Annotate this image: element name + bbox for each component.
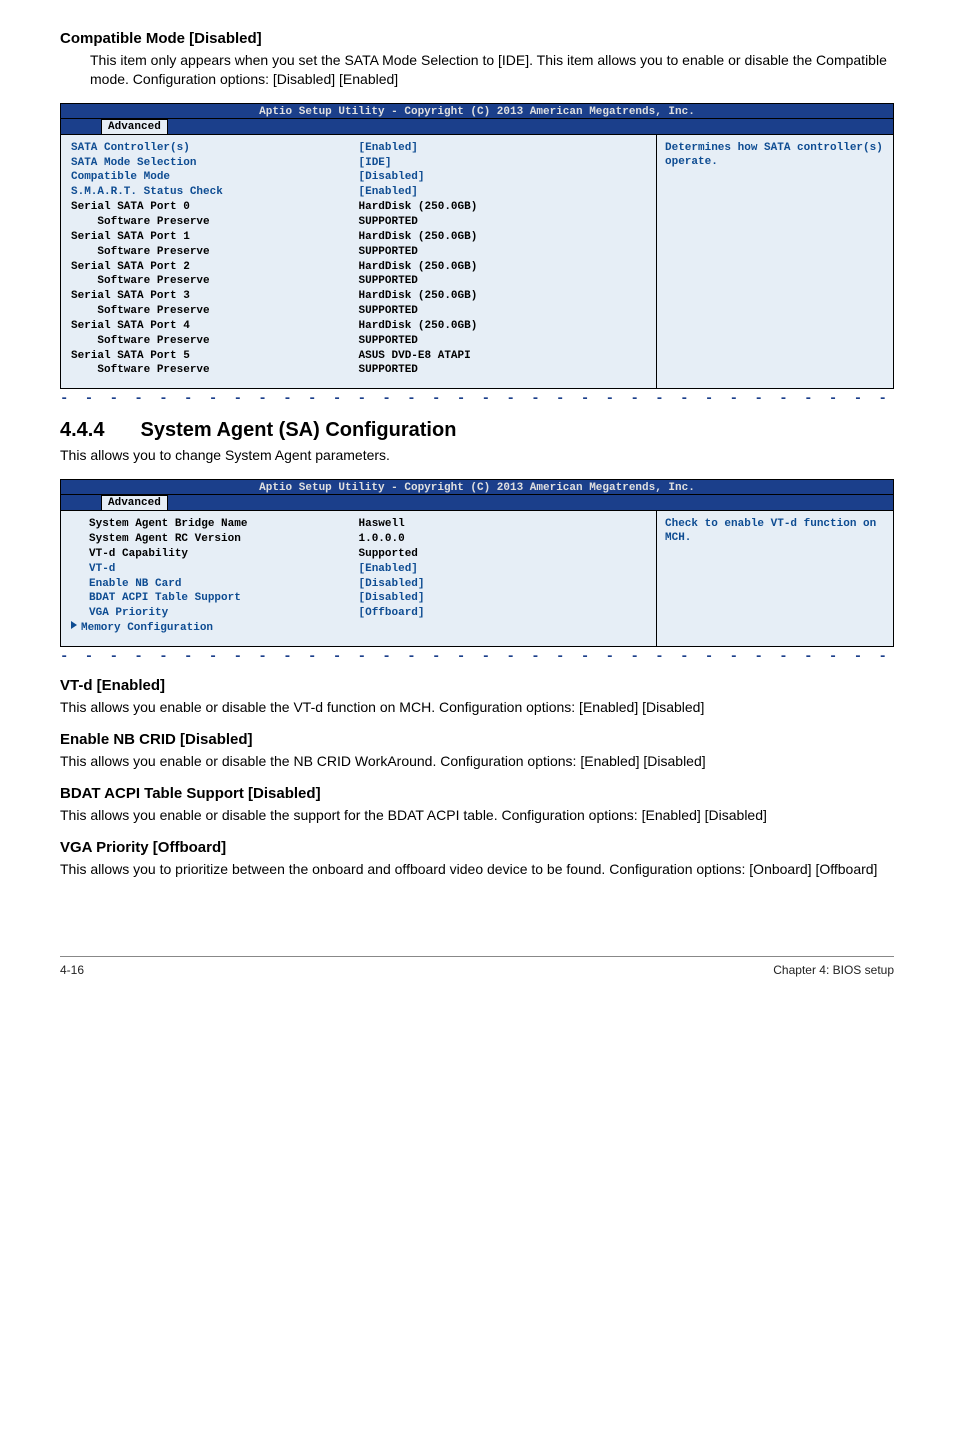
bios-row-value: SUPPORTED xyxy=(359,363,647,378)
section-number: 4.4.4 xyxy=(60,419,104,442)
bios-row-label: Serial SATA Port 5 xyxy=(71,349,359,364)
bios-row-value: [Offboard] xyxy=(359,606,647,621)
option-body: This allows you enable or disable the su… xyxy=(60,806,894,825)
bios-row-value: [Enabled] xyxy=(359,562,647,577)
bios2-help: Check to enable VT-d function on MCH. xyxy=(656,511,893,646)
footer-left: 4-16 xyxy=(60,963,84,977)
option-body: This allows you to prioritize between th… xyxy=(60,860,894,879)
bios-row-label: System Agent RC Version xyxy=(71,532,359,547)
compatible-mode-body: This item only appears when you set the … xyxy=(90,51,894,89)
bios-row-label: Software Preserve xyxy=(71,274,359,289)
bios-row-label: Serial SATA Port 3 xyxy=(71,289,359,304)
bios-row-value: SUPPORTED xyxy=(359,215,647,230)
bios-row-value: SUPPORTED xyxy=(359,304,647,319)
bios-row-value: SUPPORTED xyxy=(359,274,647,289)
bios-row-value: SUPPORTED xyxy=(359,334,647,349)
bios-row-label: SATA Controller(s) xyxy=(71,141,359,156)
bios-row-label: Enable NB Card xyxy=(71,577,359,592)
bios1-title: Aptio Setup Utility - Copyright (C) 2013… xyxy=(61,104,893,119)
bios-row-value: HardDisk (250.0GB) xyxy=(359,289,647,304)
bios1-tabrow: Advanced xyxy=(61,119,893,134)
bios-row-label: Memory Configuration xyxy=(71,621,359,636)
bios-screenshot-sata: Aptio Setup Utility - Copyright (C) 2013… xyxy=(60,103,894,390)
bios1-table: SATA Controller(s)[Enabled]SATA Mode Sel… xyxy=(71,141,646,379)
bios-row-value: HardDisk (250.0GB) xyxy=(359,319,647,334)
bios-row-value: SUPPORTED xyxy=(359,245,647,260)
bios-row-label: BDAT ACPI Table Support xyxy=(71,591,359,606)
bios-row-label: Serial SATA Port 2 xyxy=(71,260,359,275)
bios-row-value: [Disabled] xyxy=(359,591,647,606)
bios-row-label: Serial SATA Port 0 xyxy=(71,200,359,215)
submenu-triangle-icon xyxy=(71,621,77,629)
bios-row-value: 1.0.0.0 xyxy=(359,532,647,547)
bios-row-value: [Enabled] xyxy=(359,141,647,156)
bios-row-value: ASUS DVD-E8 ATAPI xyxy=(359,349,647,364)
footer-right: Chapter 4: BIOS setup xyxy=(773,963,894,977)
bios2-table: System Agent Bridge NameHaswellSystem Ag… xyxy=(71,517,646,636)
bios2-title: Aptio Setup Utility - Copyright (C) 2013… xyxy=(61,480,893,495)
bios-row-value: HardDisk (250.0GB) xyxy=(359,200,647,215)
option-body: This allows you enable or disable the VT… xyxy=(60,698,894,717)
separator-dashes: - - - - - - - - - - - - - - - - - - - - … xyxy=(60,391,894,405)
bios-row-label: Serial SATA Port 4 xyxy=(71,319,359,334)
page-footer: 4-16 Chapter 4: BIOS setup xyxy=(60,956,894,977)
bios-row-label: VT-d xyxy=(71,562,359,577)
compatible-mode-heading: Compatible Mode [Disabled] xyxy=(60,30,894,47)
bios2-tab-advanced: Advanced xyxy=(101,495,168,510)
bios-row-value: Supported xyxy=(359,547,647,562)
bios-row-label: Compatible Mode xyxy=(71,170,359,185)
bios-row-label: Software Preserve xyxy=(71,304,359,319)
bios-row-label: Software Preserve xyxy=(71,245,359,260)
option-body: This allows you enable or disable the NB… xyxy=(60,752,894,771)
bios-row-value: [IDE] xyxy=(359,156,647,171)
bios-row-value: Haswell xyxy=(359,517,647,532)
option-heading: BDAT ACPI Table Support [Disabled] xyxy=(60,785,894,802)
bios-screenshot-sa: Aptio Setup Utility - Copyright (C) 2013… xyxy=(60,479,894,647)
bios-row-label: Software Preserve xyxy=(71,215,359,230)
bios-row-value: [Enabled] xyxy=(359,185,647,200)
bios-row-label: S.M.A.R.T. Status Check xyxy=(71,185,359,200)
bios-row-label: Serial SATA Port 1 xyxy=(71,230,359,245)
bios1-tab-advanced: Advanced xyxy=(101,119,168,134)
bios-row-value: HardDisk (250.0GB) xyxy=(359,230,647,245)
separator-dashes-2: - - - - - - - - - - - - - - - - - - - - … xyxy=(60,649,894,663)
section-title: System Agent (SA) Configuration xyxy=(140,419,456,442)
section-intro: This allows you to change System Agent p… xyxy=(60,446,894,465)
bios-row-label: SATA Mode Selection xyxy=(71,156,359,171)
bios2-tabrow: Advanced xyxy=(61,495,893,510)
bios-row-value: [Disabled] xyxy=(359,170,647,185)
bios-row-value xyxy=(359,621,647,636)
option-heading: VGA Priority [Offboard] xyxy=(60,839,894,856)
bios-row-value: [Disabled] xyxy=(359,577,647,592)
bios-row-label: Software Preserve xyxy=(71,334,359,349)
bios-row-label: Software Preserve xyxy=(71,363,359,378)
option-heading: VT-d [Enabled] xyxy=(60,677,894,694)
bios-row-label: VT-d Capability xyxy=(71,547,359,562)
bios-row-label: VGA Priority xyxy=(71,606,359,621)
bios-row-label: System Agent Bridge Name xyxy=(71,517,359,532)
bios1-help: Determines how SATA controller(s) operat… xyxy=(656,135,893,389)
option-heading: Enable NB CRID [Disabled] xyxy=(60,731,894,748)
bios-row-value: HardDisk (250.0GB) xyxy=(359,260,647,275)
